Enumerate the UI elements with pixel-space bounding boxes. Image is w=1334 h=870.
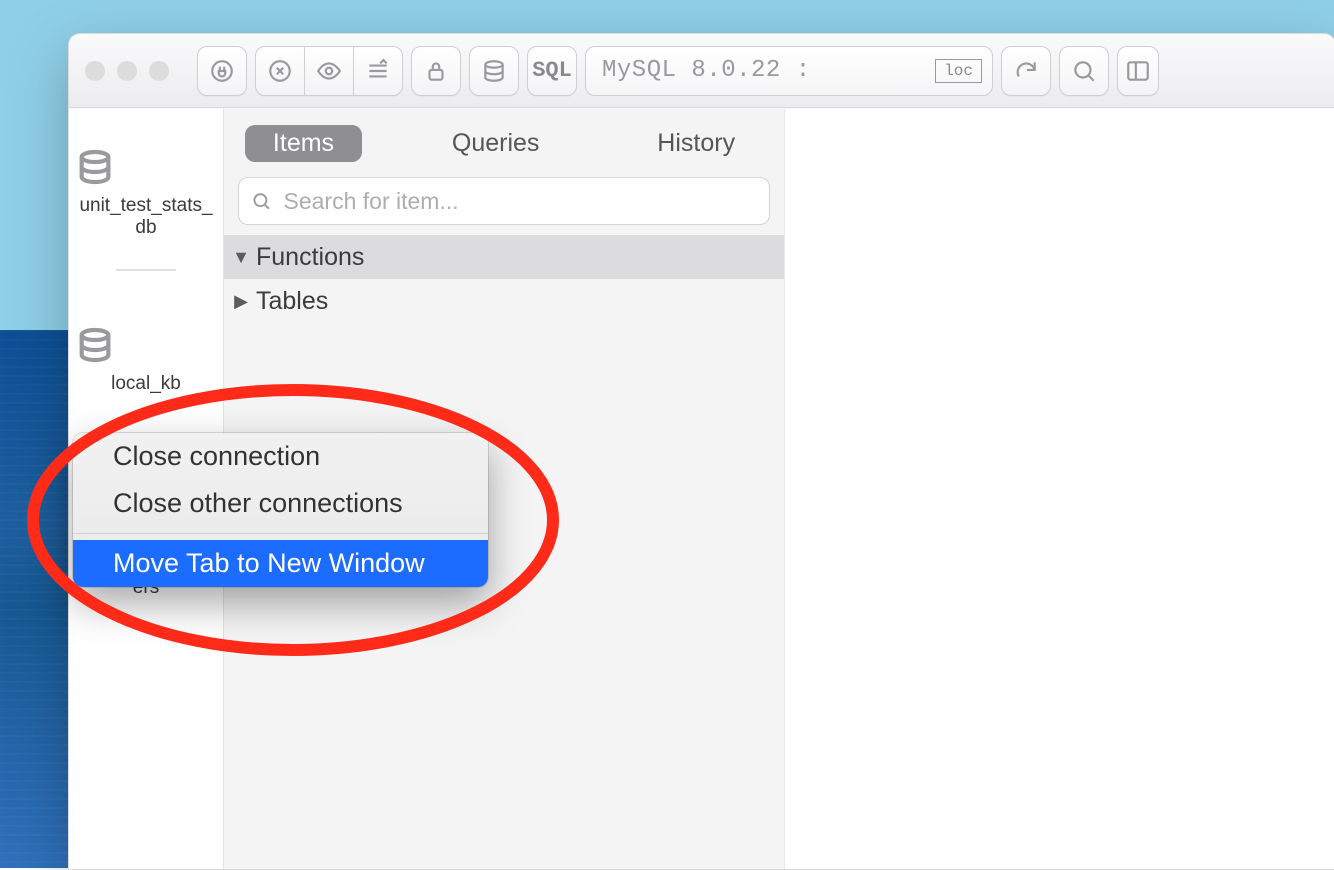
connect-button[interactable] xyxy=(197,46,247,96)
connection-item-unit-test-stats-db[interactable]: unit_test_stats_db xyxy=(69,137,223,251)
search-icon xyxy=(251,190,272,212)
menu-close-connection[interactable]: Close connection xyxy=(73,433,488,480)
search-icon xyxy=(1071,58,1097,84)
tree-label: Functions xyxy=(256,243,364,272)
sidebar-separator xyxy=(116,269,176,271)
menu-move-tab-new-window[interactable]: Move Tab to New Window xyxy=(73,540,488,587)
search-button[interactable] xyxy=(1059,46,1109,96)
database-icon xyxy=(481,58,507,84)
panel-toggle-button[interactable] xyxy=(1117,46,1159,96)
toolbar: SQL MySQL 8.0.22 : loc xyxy=(69,34,1334,108)
item-search[interactable] xyxy=(238,177,770,225)
tab-items[interactable]: Items xyxy=(245,125,362,162)
plug-icon xyxy=(209,58,235,84)
item-search-input[interactable] xyxy=(282,187,758,216)
connection-context-menu: Close connection Close other connections… xyxy=(73,433,488,587)
cancel-icon xyxy=(267,58,293,84)
window-minimize-button[interactable] xyxy=(117,61,137,81)
tree-group-functions[interactable]: ▼ Functions xyxy=(224,235,784,279)
connection-item-local-kb[interactable]: local_kb xyxy=(69,315,223,407)
tab-queries[interactable]: Queries xyxy=(424,125,568,162)
database-icon xyxy=(75,325,217,365)
tree-group-tables[interactable]: ▶ Tables xyxy=(224,279,784,323)
database-icon xyxy=(75,147,217,187)
connection-text: MySQL 8.0.22 : xyxy=(602,57,923,84)
panel-tabbar: Items Queries History xyxy=(224,109,784,171)
panel-icon xyxy=(1125,58,1151,84)
chevron-down-icon: ▼ xyxy=(232,247,250,268)
menu-close-other-connections[interactable]: Close other connections xyxy=(73,480,488,527)
refresh-icon xyxy=(1013,58,1039,84)
location-badge: loc xyxy=(935,59,982,83)
preview-button[interactable] xyxy=(304,46,354,96)
sort-button[interactable] xyxy=(353,46,403,96)
database-button[interactable] xyxy=(469,46,519,96)
main-content-area xyxy=(785,109,1334,869)
search-wrap xyxy=(224,171,784,235)
cancel-button[interactable] xyxy=(255,46,305,96)
refresh-button[interactable] xyxy=(1001,46,1051,96)
lock-button[interactable] xyxy=(411,46,461,96)
sort-lines-icon xyxy=(365,58,391,84)
chevron-right-icon: ▶ xyxy=(232,291,250,312)
connection-display[interactable]: MySQL 8.0.22 : loc xyxy=(585,46,993,96)
connection-label: local_kb xyxy=(111,373,181,394)
connection-label: unit_test_stats_db xyxy=(79,195,212,238)
lock-icon xyxy=(423,58,449,84)
sql-editor-button[interactable]: SQL xyxy=(527,46,577,96)
eye-icon xyxy=(316,58,342,84)
window-controls xyxy=(85,61,169,81)
toolbar-group-view xyxy=(255,46,403,96)
tree-label: Tables xyxy=(256,287,328,316)
window-zoom-button[interactable] xyxy=(149,61,169,81)
tab-history[interactable]: History xyxy=(629,125,763,162)
window-close-button[interactable] xyxy=(85,61,105,81)
sql-label: SQL xyxy=(532,58,572,83)
menu-separator xyxy=(73,533,488,534)
